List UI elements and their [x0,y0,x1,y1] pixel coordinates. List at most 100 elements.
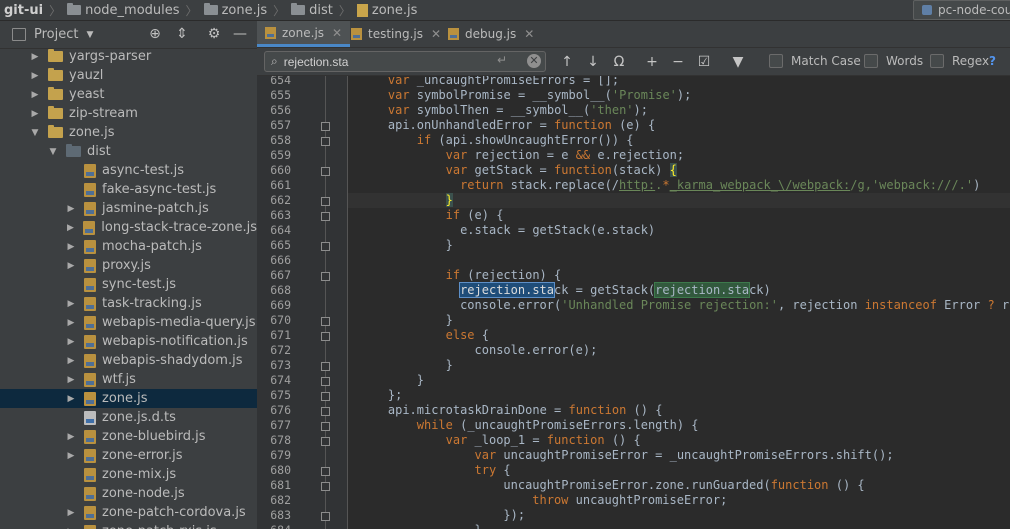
code-token: var [387,88,410,102]
tree-item[interactable]: zone-mix.js [0,465,257,484]
tree-item[interactable]: ▶ jasmine-patch.js [0,199,257,218]
tree-item[interactable]: ▶ proxy.js [0,256,257,275]
add-occurrence-icon[interactable]: + [643,53,661,71]
collapse-all-icon[interactable]: ⇕ [174,26,190,42]
locate-file-icon[interactable]: ⊕ [147,26,163,42]
close-icon[interactable]: ✕ [332,26,342,40]
fold-marker-icon[interactable] [321,422,330,431]
code-token: if [445,268,461,282]
tree-item[interactable]: ▶ webapis-notification.js [0,332,257,351]
chevron-right-icon[interactable]: ▶ [66,356,76,366]
tree-item[interactable]: ▶zone-patch-rxjs.js [0,522,257,529]
chevron-right-icon[interactable]: ▶ [66,337,76,347]
tree-item[interactable]: ▶ webapis-media-query.js [0,313,257,332]
tree-item[interactable]: sync-test.js [0,275,257,294]
tree-item[interactable]: ▶ wtf.js [0,370,257,389]
fold-marker-icon[interactable] [321,332,330,341]
fold-marker-icon[interactable] [321,137,330,146]
arrow-up-icon[interactable]: ↑ [558,53,576,71]
tree-item[interactable]: ▶ zip-stream [0,104,257,123]
breadcrumb-item-zone-file[interactable]: zone.js [353,3,422,18]
chevron-down-icon[interactable]: ▼ [48,147,58,157]
chevron-right-icon[interactable]: ▶ [66,432,76,442]
chevron-right-icon[interactable]: ▶ [65,223,75,233]
tree-item-label: zone.js [102,391,148,406]
line-number-gutter[interactable]: 654 655 656 657 658 659 660 661 662 663 664 665 666 6… [257,76,348,529]
fold-marker-icon[interactable] [321,317,330,326]
fold-marker-icon[interactable] [321,167,330,176]
fold-marker-icon[interactable] [321,197,330,206]
breadcrumb-item-dist[interactable]: dist [287,3,337,18]
project-view-selector[interactable]: Project ▼ [12,27,93,42]
regex-help-icon[interactable]: ? [989,54,996,68]
tree-item[interactable]: ▶ yargs-parser [0,49,257,66]
chevron-right-icon[interactable]: ▶ [30,52,40,62]
tree-item[interactable]: zone-node.js [0,484,257,503]
find-in-path-icon[interactable]: Ω [610,53,628,71]
fold-marker-icon[interactable] [321,407,330,416]
remove-occurrence-icon[interactable]: − [669,53,687,71]
fold-marker-icon[interactable] [321,377,330,386]
chevron-right-icon[interactable]: ▶ [66,242,76,252]
chevron-right-icon[interactable]: ▶ [30,109,40,119]
tree-item[interactable]: ▶ zone.js [0,389,257,408]
tree-item[interactable]: fake-async-test.js [0,180,257,199]
fold-marker-icon[interactable] [321,512,330,521]
tree-item[interactable]: ▶ zone-error.js [0,446,257,465]
tree-item[interactable]: ▶ long-stack-trace-zone.js [0,218,257,237]
run-configuration-selector[interactable]: pc-node-coun [913,0,1010,20]
tree-item[interactable]: ▶ yeast [0,85,257,104]
chevron-right-icon[interactable]: ▶ [66,375,76,385]
code-editor[interactable]: 654 655 656 657 658 659 660 661 662 663 664 665 666 6… [257,76,1010,529]
tree-item[interactable]: ▶ zone-patch-cordova.js [0,503,257,522]
clear-search-icon[interactable]: ✕ [527,54,541,68]
breadcrumb-item-git-ui[interactable]: git-ui [0,3,47,18]
tree-item[interactable]: ▼ dist [0,142,257,161]
chevron-right-icon[interactable]: ▶ [66,204,76,214]
filter-icon[interactable]: ▼ [729,53,747,71]
chevron-right-icon[interactable]: ▶ [66,261,76,271]
chevron-right-icon[interactable]: ▶ [30,71,40,81]
new-line-icon[interactable]: ↵ [497,53,507,67]
tab-debug-js[interactable]: debug.js ✕ [440,21,542,47]
tree-item[interactable]: ▶ zone-bluebird.js [0,427,257,446]
chevron-right-icon[interactable]: ▶ [66,508,76,518]
select-all-occurrences-icon[interactable]: ☑ [695,53,713,71]
close-icon[interactable]: ✕ [524,27,534,41]
regex-checkbox[interactable]: Regex [930,54,989,68]
chevron-right-icon[interactable]: ▶ [30,90,40,100]
fold-marker-icon[interactable] [321,467,330,476]
code-token: && [575,148,591,162]
tree-item[interactable]: ▶ task-tracking.js [0,294,257,313]
find-field[interactable]: ⌕ ↵ ✕ [264,51,546,72]
fold-marker-icon[interactable] [321,272,330,281]
tree-item[interactable]: ▶ yauzl [0,66,257,85]
gear-icon[interactable]: ⚙ [206,26,222,42]
fold-marker-icon[interactable] [321,212,330,221]
words-checkbox[interactable]: Words [864,54,923,68]
tree-item[interactable]: ▶ webapis-shadydom.js [0,351,257,370]
chevron-right-icon[interactable]: ▶ [66,451,76,461]
fold-marker-icon[interactable] [321,482,330,491]
chevron-down-icon[interactable]: ▼ [30,128,40,138]
fold-marker-icon[interactable] [321,392,330,401]
minimize-icon[interactable]: — [232,26,248,42]
tree-item[interactable]: ▶ mocha-patch.js [0,237,257,256]
tab-zone-js[interactable]: zone.js ✕ [257,21,351,47]
chevron-right-icon[interactable]: ▶ [66,299,76,309]
fold-marker-icon[interactable] [321,242,330,251]
arrow-down-icon[interactable]: ↓ [584,53,602,71]
fold-marker-icon[interactable] [321,437,330,446]
tree-item[interactable]: async-test.js [0,161,257,180]
chevron-right-icon[interactable]: ▶ [66,394,76,404]
tree-item[interactable]: ▼ zone.js [0,123,257,142]
tab-testing-js[interactable]: testing.js ✕ [343,21,449,47]
match-case-checkbox[interactable]: Match Case [769,54,861,68]
fold-marker-icon[interactable] [321,362,330,371]
breadcrumb-item-zone-js[interactable]: zone.js [200,3,272,18]
fold-marker-icon[interactable] [321,122,330,131]
chevron-right-icon[interactable]: ▶ [66,318,76,328]
search-input[interactable] [283,54,454,69]
tree-item[interactable]: zone.js.d.ts [0,408,257,427]
breadcrumb-item-node-modules[interactable]: node_modules [63,3,183,18]
